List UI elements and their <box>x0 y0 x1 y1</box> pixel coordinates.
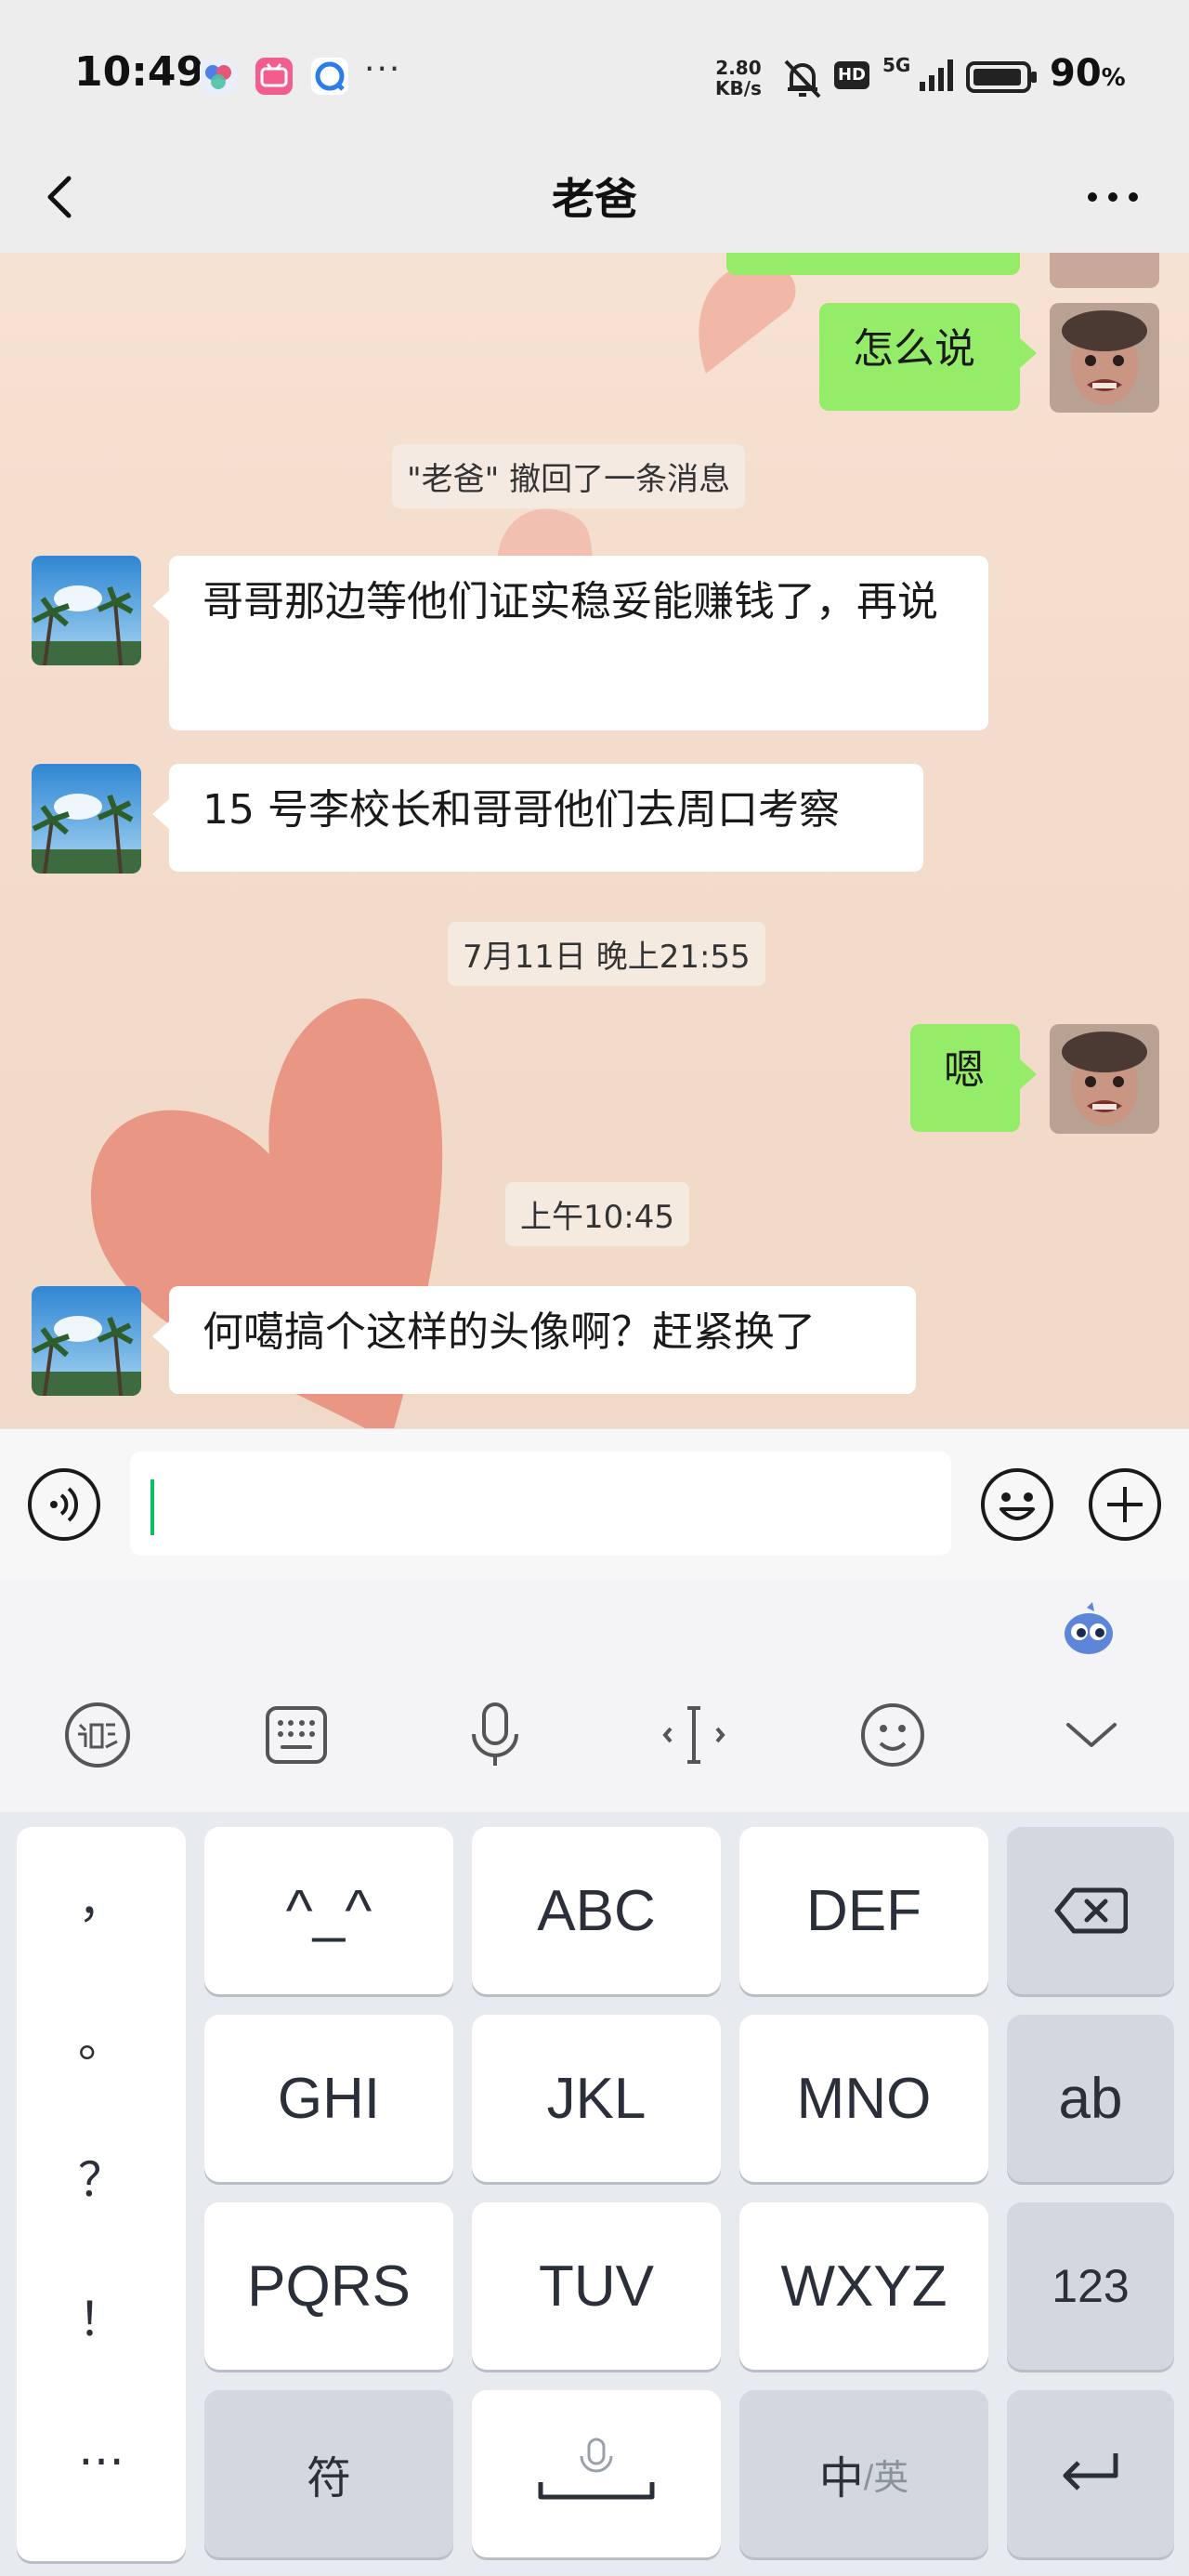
key-mno[interactable]: MNO <box>739 2015 988 2182</box>
message-bubble-partial[interactable] <box>726 253 1020 275</box>
emoji-icon <box>981 1468 1053 1541</box>
input-bar <box>0 1428 1189 1581</box>
self-avatar[interactable] <box>1050 303 1159 413</box>
key-def[interactable]: DEF <box>739 1827 988 1994</box>
plus-circle-icon <box>1089 1468 1161 1541</box>
text-cursor <box>150 1479 154 1535</box>
status-time: 10:49 <box>74 48 205 96</box>
voice-input-button[interactable] <box>461 1701 529 1769</box>
contact-avatar[interactable] <box>32 556 141 665</box>
chat-header: 老爸 <box>0 139 1189 253</box>
more-horizontal-icon <box>1088 192 1138 202</box>
key-pqrs[interactable]: PQRS <box>204 2202 453 2370</box>
backspace-icon <box>1054 1887 1128 1934</box>
chat-title: 老爸 <box>552 174 637 224</box>
contact-avatar[interactable] <box>32 764 141 874</box>
ime-logo-icon <box>65 1702 130 1768</box>
ime-mascot-icon[interactable] <box>1059 1600 1118 1660</box>
battery-percent: 90% <box>1050 52 1126 95</box>
punctuation-column[interactable]: ， 。 ？ ！ … <box>17 1827 186 2561</box>
key-tuv[interactable]: TUV <box>472 2202 721 2370</box>
hd-badge: HD <box>834 61 869 89</box>
message-input[interactable] <box>130 1452 951 1556</box>
key-ghi[interactable]: GHI <box>204 2015 453 2182</box>
self-avatar[interactable] <box>1050 253 1159 288</box>
message-incoming[interactable]: 哥哥那边等他们证实稳妥能赚钱了，再说 <box>152 556 988 730</box>
net-speed-value: 2.80 <box>715 57 762 79</box>
mute-bell-icon <box>782 56 823 104</box>
message-incoming[interactable]: 15 号李校长和哥哥他们去周口考察 <box>152 764 923 872</box>
key-emoticon[interactable]: ^_^ <box>204 1827 453 1994</box>
message-incoming[interactable]: 何噶搞个这样的头像啊？赶紧换了 <box>152 1286 916 1394</box>
space-key[interactable] <box>472 2390 721 2557</box>
punct-comma-key[interactable]: ， <box>17 1864 186 1931</box>
punct-ellipsis-key[interactable]: … <box>17 2422 186 2476</box>
contact-avatar[interactable] <box>32 1286 141 1396</box>
punct-question-key[interactable]: ？ <box>17 2143 186 2210</box>
ime-logo-button[interactable] <box>63 1701 132 1769</box>
collapse-icon <box>1066 1723 1117 1747</box>
keyboard-button[interactable] <box>262 1701 331 1769</box>
voice-button[interactable] <box>26 1466 102 1543</box>
cursor-move-icon <box>662 1706 725 1764</box>
plus-button[interactable] <box>1087 1466 1163 1543</box>
microphone-icon <box>472 1702 518 1766</box>
key-lang-switch[interactable]: 中/英 <box>739 2390 988 2557</box>
lang-alt: /英 <box>863 2458 909 2498</box>
battery-unit: % <box>1101 64 1126 92</box>
key-symbols[interactable]: 符 <box>204 2390 453 2557</box>
key-wxyz[interactable]: WXYZ <box>739 2202 988 2370</box>
backspace-key[interactable] <box>1007 1827 1174 1994</box>
signal-icon <box>920 59 953 95</box>
message-outgoing[interactable]: 怎么说 <box>819 303 1037 411</box>
keyboard: ， 。 ？ ！ … ^_^ ABC DEF GHI JKL MNO ab PQR… <box>0 1812 1189 2576</box>
timestamp: 7月11日 晚上21:55 <box>448 922 765 986</box>
browser-icon <box>311 58 348 95</box>
message-outgoing[interactable]: 嗯 <box>910 1024 1037 1132</box>
collapse-keyboard-button[interactable] <box>1057 1701 1126 1769</box>
cursor-move-button[interactable] <box>660 1701 728 1769</box>
emoticon-icon <box>861 1703 924 1767</box>
key-abc[interactable]: ABC <box>472 1827 721 1994</box>
punct-period-key[interactable]: 。 <box>17 2004 186 2070</box>
status-bar: 10:49 ··· 2.80 KB/s HD 5G 90% <box>0 0 1189 139</box>
net-speed: 2.80 KB/s <box>715 58 762 99</box>
more-notifications-icon: ··· <box>364 50 402 88</box>
keyboard-icon <box>266 1706 327 1764</box>
key-jkl[interactable]: JKL <box>472 2015 721 2182</box>
emoji-button[interactable] <box>979 1466 1055 1543</box>
net-speed-unit: KB/s <box>715 77 762 99</box>
emoticon-button[interactable] <box>858 1701 927 1769</box>
ime-toolbar <box>0 1580 1189 1812</box>
more-button[interactable] <box>1078 160 1152 234</box>
bilibili-icon <box>255 58 293 95</box>
recall-notice: "老爸" 撤回了一条消息 <box>392 444 746 508</box>
chat-area[interactable]: 怎么说 "老爸" 撤回了一条消息 哥哥那边等他们证实稳妥能赚钱了，再说 15 号… <box>0 253 1189 1428</box>
key-123-mode[interactable]: 123 <box>1007 2202 1174 2370</box>
key-ab-mode[interactable]: ab <box>1007 2015 1174 2182</box>
punct-exclaim-key[interactable]: ！ <box>17 2282 186 2349</box>
voice-icon <box>28 1468 100 1541</box>
space-mic-icon <box>538 2438 655 2500</box>
app-notification-icon <box>200 58 237 95</box>
lang-main: 中 <box>818 2454 864 2504</box>
network-type: 5G <box>882 54 911 76</box>
enter-icon <box>1063 2453 1118 2491</box>
enter-key[interactable] <box>1007 2390 1174 2557</box>
battery-icon <box>966 61 1039 97</box>
timestamp: 上午10:45 <box>505 1182 689 1246</box>
self-avatar[interactable] <box>1050 1024 1159 1134</box>
battery-value: 90 <box>1050 52 1102 95</box>
